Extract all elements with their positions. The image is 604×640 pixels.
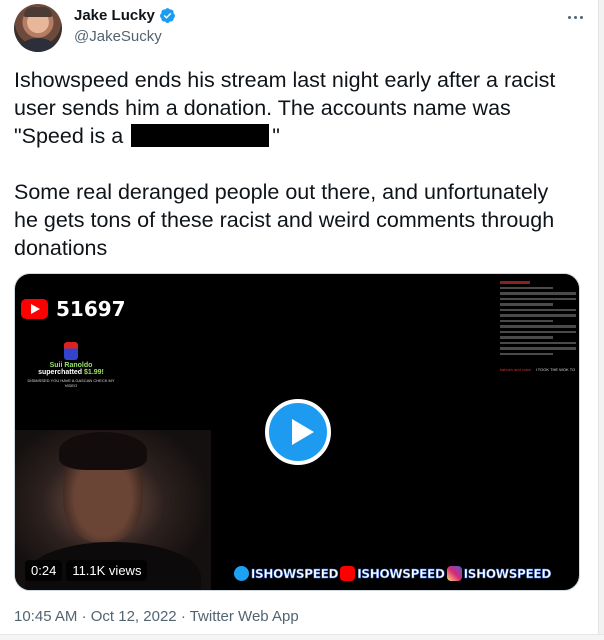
tweet-paragraph-2: Some real deranged people out there, and…: [14, 180, 555, 260]
chat-line: [500, 347, 576, 350]
chat-line: [500, 297, 576, 300]
author-name-row: Jake Lucky: [74, 7, 176, 24]
superchat-alert: Suii Ranoldo superchatted $1.99! DISMISS…: [23, 342, 119, 388]
tweet-source[interactable]: Twitter Web App: [190, 608, 299, 625]
video-badges: 0:24 11.1K views: [25, 560, 148, 581]
tweet-text: Ishowspeed ends his stream last night ea…: [14, 66, 574, 262]
avatar-hat: [24, 7, 52, 17]
meta-separator: ·: [180, 608, 186, 625]
author-handle[interactable]: @JakeSucky: [74, 28, 162, 45]
instagram-icon: [446, 566, 462, 581]
window-edge-right: [598, 0, 604, 640]
tweet-date[interactable]: Oct 12, 2022: [91, 608, 177, 625]
chat-line: [500, 303, 554, 306]
video-duration: 0:24: [25, 560, 63, 581]
chat-message: kabuzh and voice I TOOK THE WOK TO: [500, 358, 576, 376]
overlay-count: 51697: [56, 297, 126, 321]
subscriber-count-overlay: 51697: [21, 297, 126, 321]
chat-line: [500, 292, 576, 295]
chat-line: [500, 319, 554, 322]
chat-overlay: kabuzh and voice I TOOK THE WOK TO: [497, 274, 579, 386]
more-dot: [573, 15, 577, 19]
chat-line: [500, 308, 576, 311]
superchat-line: superchatted $1.99!: [23, 369, 119, 376]
superchat-amount: $1.99!: [84, 369, 104, 376]
chat-line: [500, 341, 576, 344]
window-edge-bottom: [0, 634, 604, 640]
chat-user-name: kabuzh and voice: [500, 367, 532, 372]
superchat-name: Suii Ranoldo: [49, 362, 93, 369]
more-options-icon[interactable]: [564, 6, 586, 28]
youtube-icon: [340, 566, 356, 581]
tweet-time[interactable]: 10:45 AM: [14, 608, 77, 625]
social-handles-banner: ISHOWSPEED ISHOWSPEED ISHOWSPEED: [233, 566, 552, 581]
tweet-text-part: ": [272, 124, 280, 148]
chat-line: [500, 336, 554, 339]
meta-separator: ·: [81, 608, 87, 625]
more-dot: [567, 15, 571, 19]
chat-line: [500, 286, 554, 289]
avatar[interactable]: [14, 4, 62, 52]
mario-icon: [64, 342, 78, 360]
tweet-text-part: Ishowspeed ends his stream last night ea…: [14, 68, 556, 148]
webcam-hair: [59, 432, 147, 470]
twitter-icon: [233, 566, 249, 581]
youtube-logo-icon: [21, 299, 48, 319]
avatar-shirt: [20, 38, 56, 52]
more-dot: [579, 15, 583, 19]
superchat-message: DISMISSED YOU HAVE A GASCAN CHECK MY VID…: [27, 378, 115, 388]
author-display-name[interactable]: Jake Lucky: [74, 7, 155, 24]
redacted-block: [131, 124, 270, 147]
tweet-metadata: 10:45 AM · Oct 12, 2022 · Twitter Web Ap…: [14, 608, 299, 625]
chat-message-text: I TOOK THE WOK TO: [535, 367, 576, 372]
tweet-header: Jake Lucky @JakeSucky: [14, 4, 586, 52]
superchat-text: superchatted: [38, 369, 83, 376]
social-handle-youtube: ISHOWSPEED: [357, 566, 445, 581]
tweet-paragraph-1: Ishowspeed ends his stream last night ea…: [14, 66, 574, 150]
video-player[interactable]: 51697 Suii Ranoldo superchatted $1.99! D…: [14, 273, 580, 591]
play-button-icon[interactable]: [265, 399, 331, 465]
chat-line: [500, 281, 531, 284]
verified-badge-icon: [159, 8, 175, 23]
chat-line: [500, 314, 576, 317]
chat-line: [500, 352, 554, 355]
video-views: 11.1K views: [66, 560, 148, 581]
chat-line: [500, 325, 576, 328]
social-handle-twitter: ISHOWSPEED: [250, 566, 339, 581]
chat-line: [500, 330, 576, 333]
social-handle-instagram: ISHOWSPEED: [463, 566, 551, 581]
